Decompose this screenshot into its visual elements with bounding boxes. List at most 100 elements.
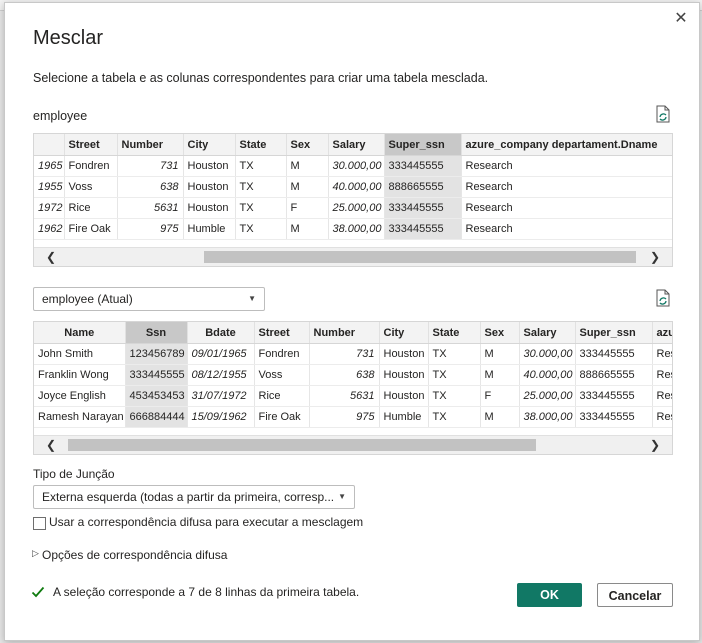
second-table-select[interactable]: employee (Atual) ▼ [33,287,265,311]
column-header[interactable]: Super_ssn [575,322,653,344]
table-cell: 731 [309,343,380,365]
table-cell: 08/12/1955 [187,364,255,386]
column-header[interactable]: Street [64,134,118,156]
cancel-button[interactable]: Cancelar [597,583,673,607]
first-table-preview[interactable]: Street Number City State Sex Salary Supe… [33,133,673,267]
table-cell: TX [428,343,481,365]
table-row: 1972 Rice 5631 Houston TX F 25.000,00 33… [34,197,672,219]
table-cell: Humble [183,218,236,240]
table-cell: Humble [379,406,429,428]
refresh-preview-icon[interactable] [655,289,671,307]
second-table-grid: Name Ssn Bdate Street Number City State … [34,322,672,428]
table-cell: Joyce English [34,385,126,407]
table-cell: Rice [64,197,118,219]
table-cell: Research [461,197,672,219]
fuzzy-options-toggle[interactable]: Opções de correspondência difusa [42,548,227,562]
table-cell: TX [235,176,287,198]
table-cell: 638 [117,176,184,198]
table-row: 1965 Fondren 731 Houston TX M 30.000,00 … [34,155,672,177]
table-cell: 333445555 [384,197,462,219]
table-cell: F [286,197,329,219]
second-table-preview[interactable]: Name Ssn Bdate Street Number City State … [33,321,673,455]
table-cell: 5631 [117,197,184,219]
dialog-title: Mesclar [33,27,104,49]
column-header-selected[interactable]: Ssn [125,322,188,344]
table-cell: 40.000,00 [519,364,576,386]
column-header[interactable]: Sex [480,322,520,344]
table-cell: John Smith [34,343,126,365]
scrollbar-thumb[interactable] [204,251,636,263]
column-header[interactable]: azure_company departament.Dname [461,134,672,156]
table-cell: 1962 [34,218,65,240]
column-header[interactable]: azu [652,322,672,344]
first-table-grid: Street Number City State Sex Salary Supe… [34,134,672,240]
chevron-right-icon[interactable]: ▷ [32,548,39,559]
scroll-left-icon[interactable]: ❮ [42,436,60,454]
table-cell: 1955 [34,176,65,198]
scrollbar-thumb[interactable] [68,439,536,451]
table-cell: F [480,385,520,407]
join-type-select[interactable]: Externa esquerda (todas a partir da prim… [33,485,355,509]
column-header[interactable]: Street [254,322,310,344]
table-cell: 333445555 [384,155,462,177]
dialog-description: Selecione a tabela e as colunas correspo… [33,71,489,85]
table-cell: 5631 [309,385,380,407]
join-type-label: Tipo de Junção [33,467,115,481]
table-cell: 333445555 [575,406,653,428]
column-header[interactable]: Salary [328,134,385,156]
column-header-selected[interactable]: Super_ssn [384,134,462,156]
horizontal-scrollbar[interactable]: ❮ ❯ [34,247,672,266]
refresh-preview-icon[interactable] [655,105,671,123]
table-cell: M [286,176,329,198]
fuzzy-match-label[interactable]: Usar a correspondência difusa para execu… [49,515,363,529]
scroll-right-icon[interactable]: ❯ [646,436,664,454]
column-header[interactable]: Number [309,322,380,344]
table-cell: M [480,406,520,428]
column-header[interactable]: Number [117,134,184,156]
table-cell: TX [235,218,287,240]
first-table-name: employee [33,109,88,123]
table-cell: M [286,155,329,177]
column-header[interactable] [34,134,65,156]
table-cell: 333445555 [125,364,188,386]
table-cell: Res [652,406,672,428]
table-cell: Houston [379,385,429,407]
table-cell: Fire Oak [254,406,310,428]
table-cell: 975 [309,406,380,428]
column-header[interactable]: State [235,134,287,156]
scroll-right-icon[interactable]: ❯ [646,248,664,266]
table-row: 1962 Fire Oak 975 Humble TX M 38.000,00 … [34,218,672,240]
table-cell: 123456789 [125,343,188,365]
table-cell: Houston [183,197,236,219]
column-header[interactable]: Bdate [187,322,255,344]
fuzzy-match-checkbox[interactable] [33,517,46,530]
table-cell: 38.000,00 [328,218,385,240]
column-header[interactable]: Salary [519,322,576,344]
table-cell: Fondren [254,343,310,365]
column-header[interactable]: Sex [286,134,329,156]
second-table-select-value: employee (Atual) [42,292,133,306]
table-cell: Franklin Wong [34,364,126,386]
table-cell: 888665555 [384,176,462,198]
close-icon[interactable]: ✕ [671,9,691,29]
table-cell: M [480,364,520,386]
table-cell: 25.000,00 [328,197,385,219]
column-header[interactable]: State [428,322,481,344]
column-header[interactable]: City [379,322,429,344]
table-cell: 333445555 [575,385,653,407]
horizontal-scrollbar[interactable]: ❮ ❯ [34,435,672,454]
table-cell: TX [235,197,287,219]
table-cell: Research [461,155,672,177]
table-cell: Fondren [64,155,118,177]
scroll-left-icon[interactable]: ❮ [42,248,60,266]
ok-button[interactable]: OK [517,583,582,607]
column-header[interactable]: Name [34,322,126,344]
table-cell: TX [428,364,481,386]
table-cell: Houston [379,343,429,365]
table-row: 1955 Voss 638 Houston TX M 40.000,00 888… [34,176,672,198]
table-cell: 453453453 [125,385,188,407]
column-header[interactable]: City [183,134,236,156]
table-cell: 15/09/1962 [187,406,255,428]
table-cell: 888665555 [575,364,653,386]
table-cell: Houston [183,176,236,198]
